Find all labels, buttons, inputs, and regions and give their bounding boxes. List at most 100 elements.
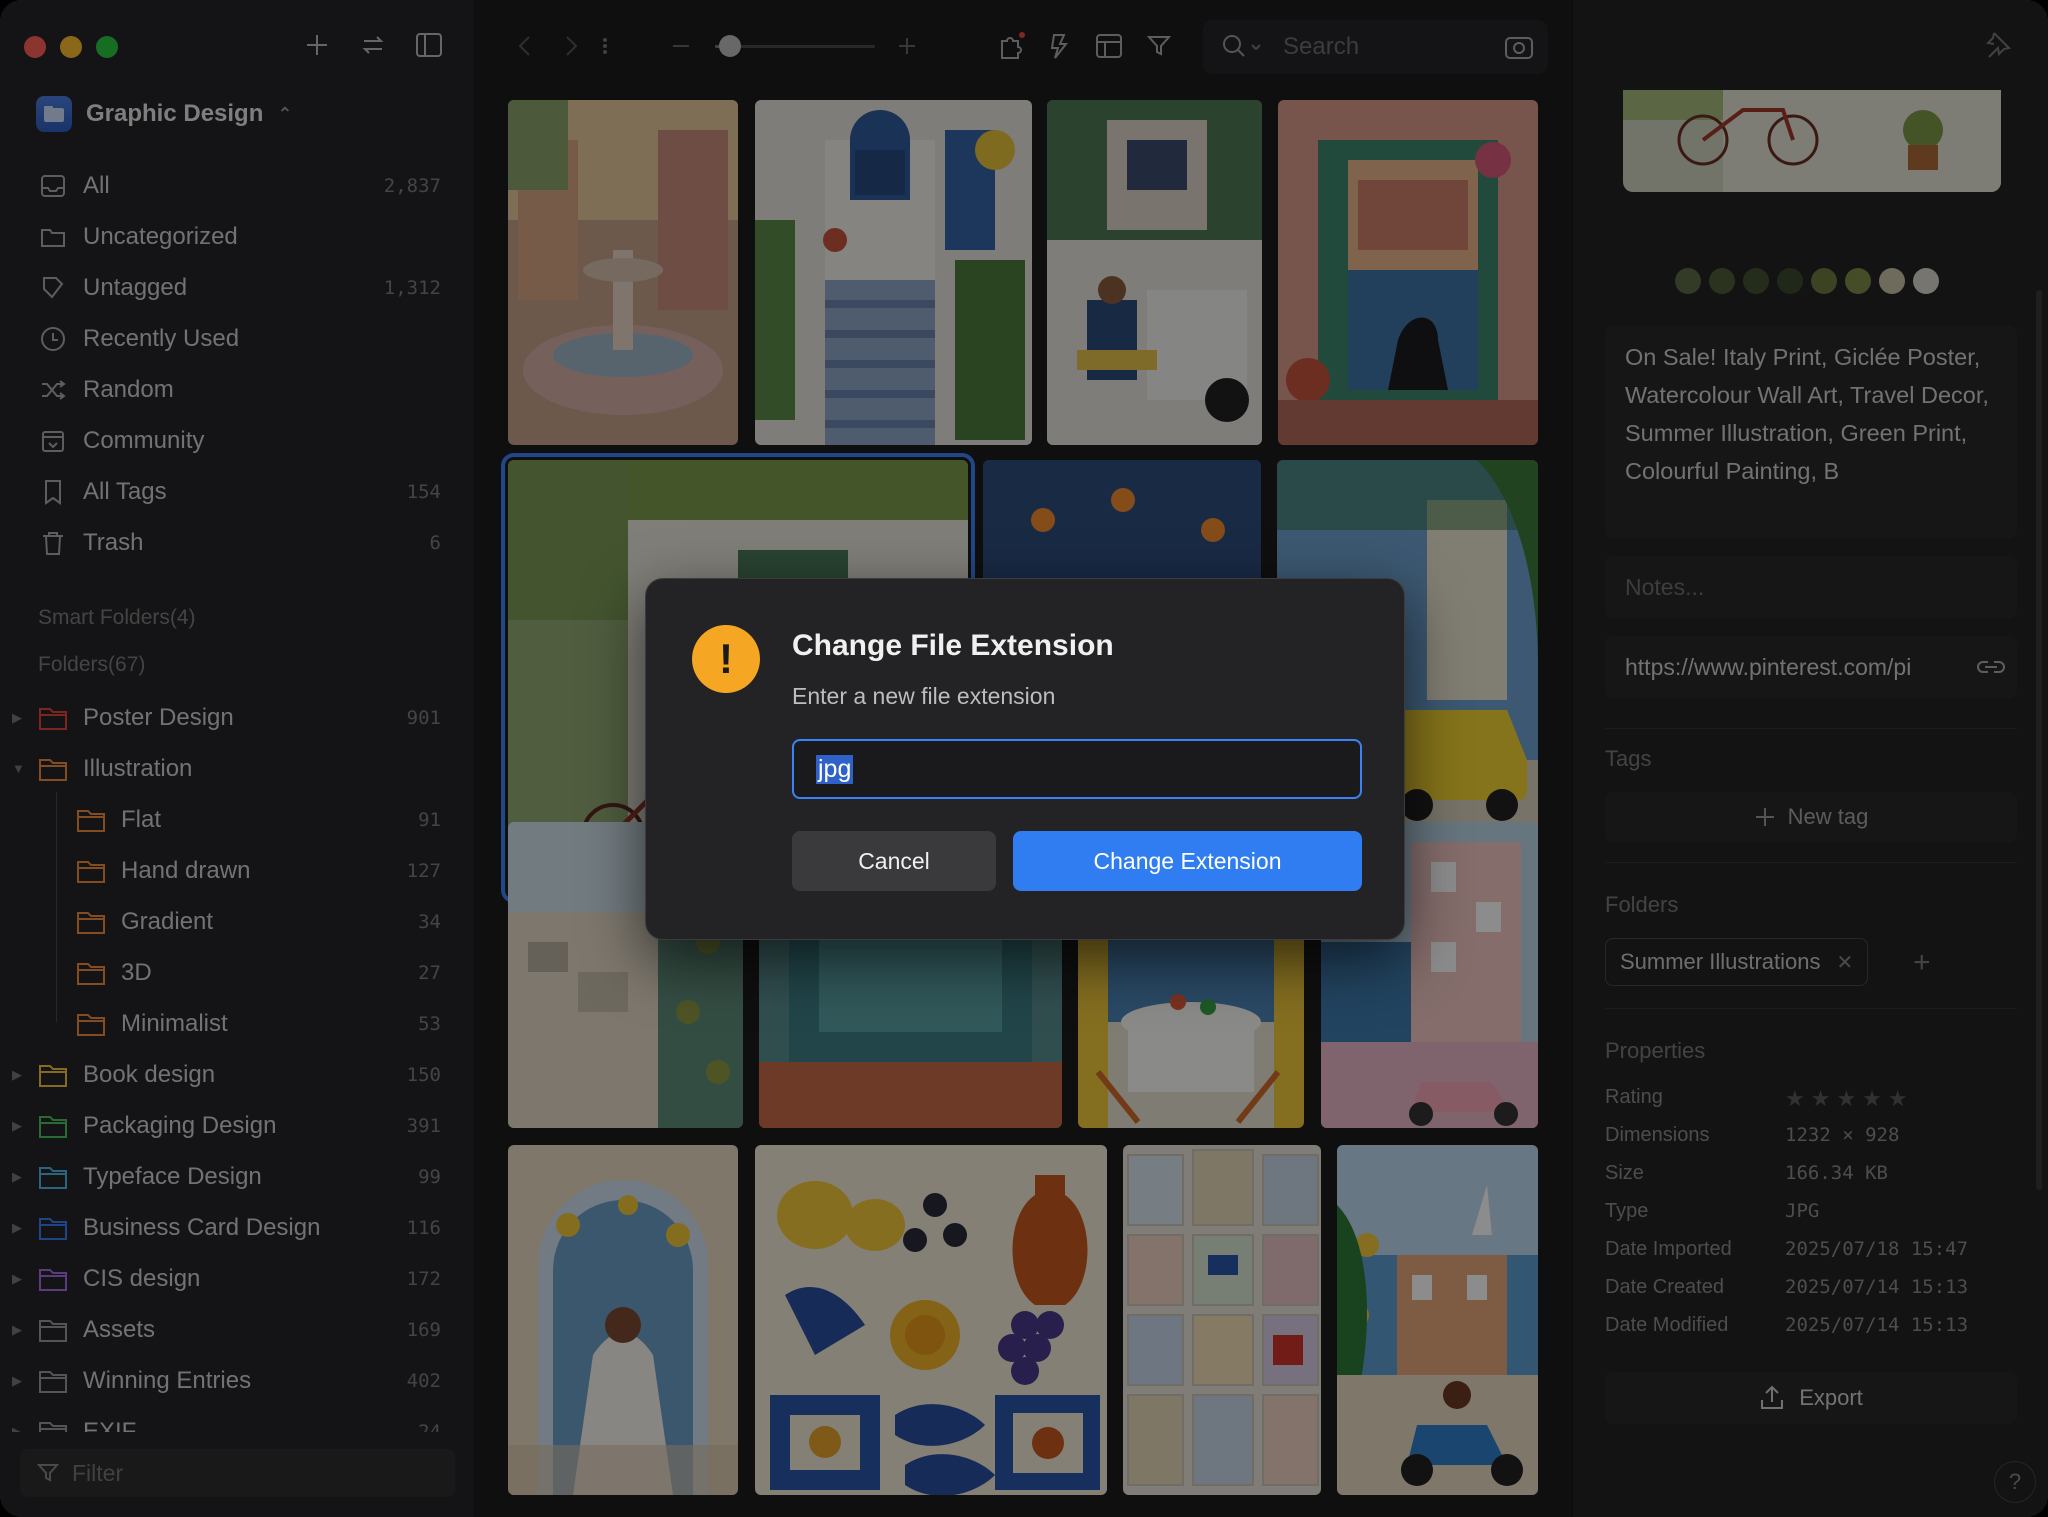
maximize-window-button[interactable] bbox=[96, 36, 118, 58]
folder-icon bbox=[76, 958, 106, 988]
layout-icon[interactable] bbox=[1093, 30, 1125, 62]
prop-date-modified: Date Modified 2025/07/14 15:13 bbox=[1605, 1314, 1969, 1336]
link-icon[interactable] bbox=[1975, 652, 2007, 687]
zoom-slider-knob[interactable] bbox=[719, 35, 741, 57]
add-folder-icon[interactable]: + bbox=[1913, 946, 1931, 980]
remove-icon[interactable]: ✕ bbox=[1837, 950, 1854, 975]
add-icon[interactable] bbox=[302, 30, 332, 60]
screenshot-icon[interactable] bbox=[1504, 33, 1534, 61]
pin-icon[interactable] bbox=[1984, 30, 2012, 63]
nav-item-trash[interactable]: Trash 6 bbox=[0, 517, 475, 568]
nav-item-uncategorized[interactable]: Uncategorized bbox=[0, 211, 475, 262]
folder-item-cis-design[interactable]: ▶ CIS design 172 bbox=[0, 1253, 475, 1304]
folder-item-hand-drawn[interactable]: Hand drawn 127 bbox=[0, 845, 475, 896]
more-icon[interactable] bbox=[589, 30, 621, 62]
forward-icon[interactable] bbox=[555, 30, 587, 62]
caret-right-icon[interactable]: ▶ bbox=[12, 710, 22, 726]
folder-item-illustration[interactable]: ▼ Illustration bbox=[0, 743, 475, 794]
color-swatch[interactable] bbox=[1675, 268, 1701, 294]
zoom-in-icon[interactable] bbox=[891, 30, 923, 62]
change-extension-button[interactable]: Change Extension bbox=[1013, 831, 1362, 891]
caret-right-icon[interactable]: ▶ bbox=[12, 1424, 22, 1433]
caret-right-icon[interactable]: ▶ bbox=[12, 1271, 22, 1287]
folder-item-typeface-design[interactable]: ▶ Typeface Design 99 bbox=[0, 1151, 475, 1202]
export-button[interactable]: Export bbox=[1605, 1372, 2017, 1424]
thumbnail-fountain[interactable] bbox=[508, 100, 738, 445]
new-tag-button[interactable]: New tag bbox=[1605, 792, 2017, 842]
folder-icon bbox=[38, 1213, 68, 1243]
properties-table: Rating ★★★★★ Dimensions 1232 × 928 Size 166… bbox=[1605, 1086, 2017, 1352]
action-icon[interactable] bbox=[1043, 30, 1075, 62]
folder-item-flat[interactable]: Flat 91 bbox=[0, 794, 475, 845]
folder-item-book-design[interactable]: ▶ Book design 150 bbox=[0, 1049, 475, 1100]
smart-folders-header[interactable]: Smart Folders(4) bbox=[38, 606, 196, 630]
library-icon bbox=[36, 96, 72, 132]
cancel-button[interactable]: Cancel bbox=[792, 831, 996, 891]
caret-right-icon[interactable]: ▶ bbox=[12, 1067, 22, 1083]
help-button[interactable]: ? bbox=[1994, 1461, 2036, 1503]
folder-item-poster-design[interactable]: ▶ Poster Design 901 bbox=[0, 692, 475, 743]
url-field[interactable]: https://www.pinterest.com/pi bbox=[1605, 636, 2017, 698]
folder-item-minimalist[interactable]: Minimalist 53 bbox=[0, 998, 475, 1049]
nav-item-all-tags[interactable]: All Tags 154 bbox=[0, 466, 475, 517]
folder-item-count: 27 bbox=[418, 961, 441, 984]
image-preview[interactable] bbox=[1623, 90, 2001, 192]
color-swatch[interactable] bbox=[1845, 268, 1871, 294]
color-swatch[interactable] bbox=[1709, 268, 1735, 294]
thumbnail-blue-stairs[interactable] bbox=[755, 100, 1032, 445]
folder-item-winning-entries[interactable]: ▶ Winning Entries 402 bbox=[0, 1355, 475, 1406]
notes-field[interactable]: Notes... bbox=[1605, 556, 2017, 618]
nav-item-community[interactable]: Community bbox=[0, 415, 475, 466]
thumbnail-mediterranean-pattern[interactable] bbox=[755, 1145, 1107, 1495]
caret-right-icon[interactable]: ▶ bbox=[12, 1322, 22, 1338]
thumbnail-woman-arch[interactable] bbox=[508, 1145, 738, 1495]
thumbnail-man-chair[interactable] bbox=[1047, 100, 1262, 445]
color-swatch[interactable] bbox=[1913, 268, 1939, 294]
search-input[interactable]: Search bbox=[1203, 20, 1548, 74]
nav-item-all[interactable]: All 2,837 bbox=[0, 160, 475, 211]
caret-right-icon[interactable]: ▶ bbox=[12, 1118, 22, 1134]
caret-right-icon[interactable]: ▶ bbox=[12, 1220, 22, 1236]
nav-item-label: All Tags bbox=[83, 477, 167, 505]
dialog-subtitle: Enter a new file extension bbox=[792, 683, 1056, 709]
color-swatch[interactable] bbox=[1811, 268, 1837, 294]
extension-input[interactable]: jpg bbox=[792, 739, 1362, 799]
library-switcher[interactable]: Graphic Design ⌃ bbox=[36, 96, 292, 132]
back-icon[interactable] bbox=[509, 30, 541, 62]
nav-item-label: Uncategorized bbox=[83, 222, 238, 250]
color-swatch[interactable] bbox=[1743, 268, 1769, 294]
minimize-window-button[interactable] bbox=[60, 36, 82, 58]
folder-item-3d[interactable]: 3D 27 bbox=[0, 947, 475, 998]
close-window-button[interactable] bbox=[24, 36, 46, 58]
sidebar-toggle-icon[interactable] bbox=[414, 30, 444, 60]
folder-chip[interactable]: Summer Illustrations ✕ bbox=[1605, 938, 1869, 986]
folder-item-packaging-design[interactable]: ▶ Packaging Design 391 bbox=[0, 1100, 475, 1151]
folder-item-exif[interactable]: ▶ EXIF 24 bbox=[0, 1406, 475, 1432]
folder-item-assets[interactable]: ▶ Assets 169 bbox=[0, 1304, 475, 1355]
color-swatch[interactable] bbox=[1879, 268, 1905, 294]
thumbnail-vespa-coast[interactable] bbox=[1337, 1145, 1538, 1495]
filter-input[interactable]: Filter bbox=[20, 1449, 455, 1497]
folder-item-business-card-design[interactable]: ▶ Business Card Design 116 bbox=[0, 1202, 475, 1253]
folder-item-gradient[interactable]: Gradient 34 bbox=[0, 896, 475, 947]
folder-item-label: Typeface Design bbox=[83, 1162, 262, 1190]
item-title[interactable]: On Sale! Italy Print, Giclée Poster, Wat… bbox=[1605, 326, 2017, 538]
nav-item-untagged[interactable]: Untagged 1,312 bbox=[0, 262, 475, 313]
thumbnail-cat-window[interactable] bbox=[1278, 100, 1538, 445]
panel-scrollbar[interactable] bbox=[2036, 290, 2042, 1190]
rating-stars[interactable]: ★★★★★ bbox=[1785, 1086, 1914, 1124]
folder-question-icon bbox=[38, 222, 68, 252]
caret-right-icon[interactable]: ▶ bbox=[12, 1373, 22, 1389]
caret-right-icon[interactable]: ▶ bbox=[12, 1169, 22, 1185]
swap-icon[interactable] bbox=[358, 30, 388, 60]
thumbnail-stamps[interactable] bbox=[1123, 1145, 1321, 1495]
filter-toolbar-icon[interactable] bbox=[1143, 30, 1175, 62]
color-swatch[interactable] bbox=[1777, 268, 1803, 294]
folders-header[interactable]: Folders(67) bbox=[38, 653, 145, 677]
nav-item-random[interactable]: Random bbox=[0, 364, 475, 415]
nav-item-recently-used[interactable]: Recently Used bbox=[0, 313, 475, 364]
filter-placeholder: Filter bbox=[72, 1459, 124, 1486]
caret-down-icon[interactable]: ▼ bbox=[12, 761, 25, 776]
plugin-icon[interactable] bbox=[995, 30, 1027, 62]
zoom-out-icon[interactable] bbox=[665, 30, 697, 62]
